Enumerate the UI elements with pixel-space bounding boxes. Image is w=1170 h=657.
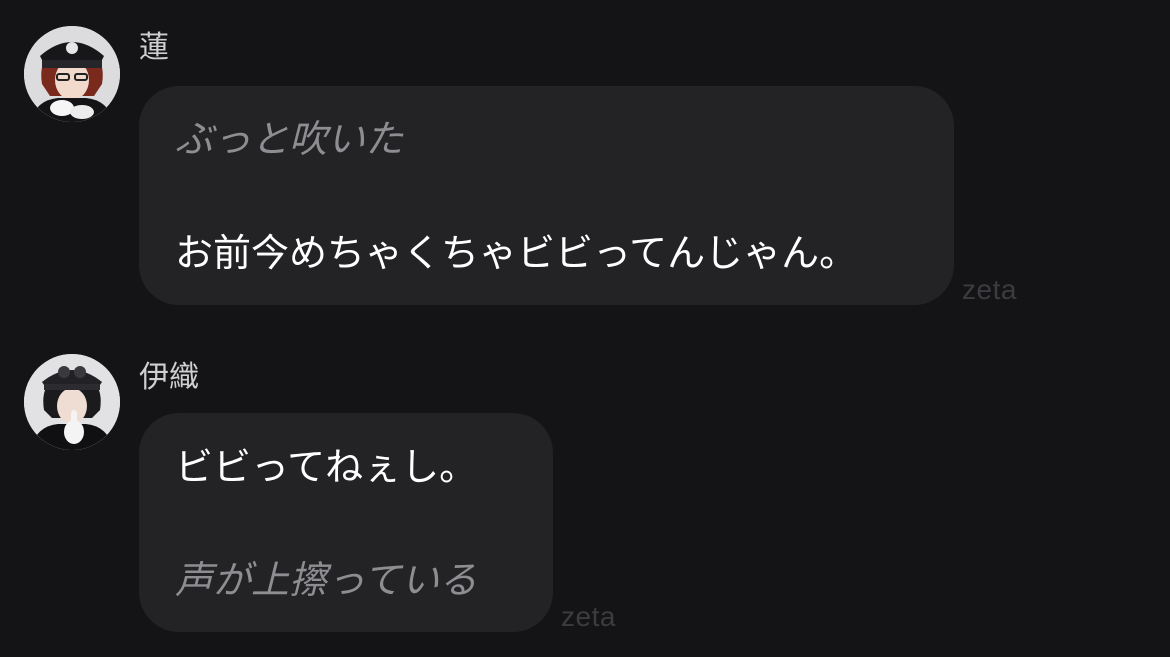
- action-text: 声が上擦っている: [175, 558, 478, 602]
- avatar-ren-icon[interactable]: [24, 26, 120, 122]
- speech-text: お前今めちゃくちゃビビってんじゃん。: [175, 231, 858, 275]
- message-bubble[interactable]: ビビってねぇし。 声が上擦っている: [139, 413, 553, 632]
- sender-name: 伊織: [139, 360, 199, 395]
- chat-message: 蓮 ぶっと吹いた お前今めちゃくちゃビビってんじゃん。 zeta: [0, 0, 1170, 320]
- avatar-iori-icon[interactable]: [24, 354, 120, 450]
- message-bubble[interactable]: ぶっと吹いた お前今めちゃくちゃビビってんじゃん。: [139, 86, 954, 305]
- zeta-watermark: zeta: [561, 601, 616, 632]
- speech-text: ビビってねぇし。: [175, 445, 478, 489]
- zeta-watermark: zeta: [962, 274, 1017, 305]
- sender-name: 蓮: [139, 30, 169, 65]
- chat-message: 伊織 ビビってねぇし。 声が上擦っている zeta: [0, 340, 1170, 657]
- action-text: ぶっと吹いた: [175, 117, 404, 161]
